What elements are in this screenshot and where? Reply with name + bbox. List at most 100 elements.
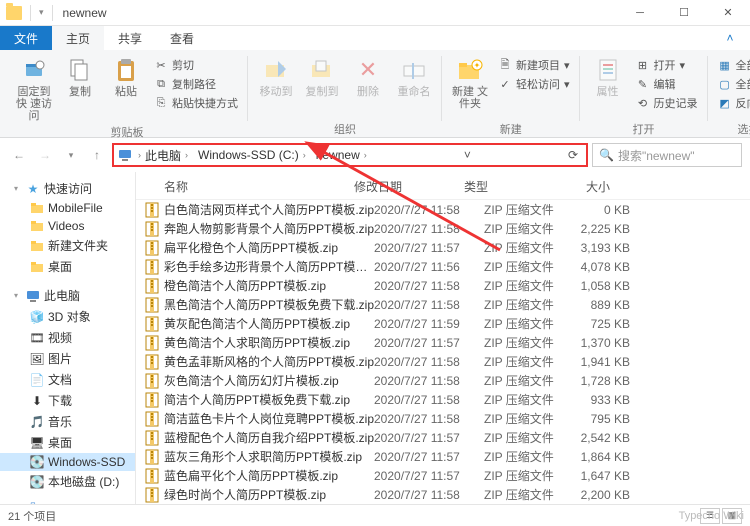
breadcrumb: Windows-SSD (C:)› — [194, 148, 310, 162]
copy-button[interactable]: 复制 — [58, 54, 102, 100]
delete-icon: ✕ — [354, 56, 382, 84]
table-row[interactable]: 橙色简洁个人简历PPT模板.zip2020/7/27 11:58ZIP 压缩文件… — [136, 276, 750, 295]
copyto-button[interactable]: 复制到 — [300, 54, 344, 100]
table-row[interactable]: 黄色孟菲斯风格的个人简历PPT模板.zip2020/7/27 11:58ZIP … — [136, 352, 750, 371]
table-row[interactable]: 黄色简洁个人求职简历PPT模板.zip2020/7/27 11:57ZIP 压缩… — [136, 333, 750, 352]
tab-share[interactable]: 共享 — [104, 26, 156, 50]
selectnone-button[interactable]: ▢全部取消 — [714, 75, 750, 93]
sidebar-item[interactable]: 📄文档 — [0, 369, 135, 390]
table-row[interactable]: 简洁个人简历PPT模板免费下载.zip2020/7/27 11:58ZIP 压缩… — [136, 390, 750, 409]
sidebar-item[interactable]: 💽Windows-SSD — [0, 453, 135, 471]
qat-down-icon[interactable]: ▾ — [39, 7, 44, 18]
address-dropdown-icon[interactable]: ˅ — [460, 148, 475, 162]
breadcrumb: newnew› — [312, 148, 371, 162]
tab-view[interactable]: 查看 — [156, 26, 208, 50]
col-name[interactable]: 名称 — [144, 178, 354, 195]
sidebar-item[interactable]: 🖼图片 — [0, 348, 135, 369]
table-row[interactable]: 蓝橙配色个人简历自我介绍PPT模板.zip2020/7/27 11:57ZIP … — [136, 428, 750, 447]
newitem-icon: 🗎 — [498, 58, 512, 72]
up-button[interactable]: ↑ — [86, 144, 108, 166]
folder-icon — [30, 260, 44, 274]
refresh-icon[interactable]: ⟳ — [564, 148, 582, 162]
col-date[interactable]: 修改日期 — [354, 178, 464, 195]
drive-icon: 🎞 — [30, 331, 44, 345]
rename-button[interactable]: 重命名 — [392, 54, 436, 100]
folder-icon — [30, 201, 44, 215]
edit-icon: ✎ — [636, 77, 650, 91]
minimize-button[interactable]: ─ — [618, 0, 662, 26]
history-button[interactable]: ⟲历史记录 — [632, 94, 702, 112]
history-icon: ⟲ — [636, 96, 650, 110]
watermark: Typecho Wiki — [679, 510, 744, 522]
sidebar-item[interactable]: 🧊3D 对象 — [0, 306, 135, 327]
sidebar-item[interactable]: 💽本地磁盘 (D:) — [0, 471, 135, 492]
table-row[interactable]: 绿色时尚个人简历PPT模板.zip2020/7/27 11:58ZIP 压缩文件… — [136, 485, 750, 504]
pin-icon — [20, 56, 48, 84]
table-row[interactable]: 蓝灰三角形个人求职简历PPT模板.zip2020/7/27 11:57ZIP 压… — [136, 447, 750, 466]
group-open-label: 打开 — [633, 121, 655, 137]
sidebar-network[interactable]: ▸🖧网络 — [0, 500, 135, 504]
selectall-icon: ▦ — [718, 58, 732, 72]
pin-button[interactable]: 固定到快 速访问 — [12, 54, 56, 124]
tab-file[interactable]: 文件 — [0, 26, 52, 50]
maximize-button[interactable]: ☐ — [662, 0, 706, 26]
sidebar-item[interactable]: 新建文件夹 — [0, 235, 135, 256]
properties-button[interactable]: 属性 — [586, 54, 630, 100]
pasteshortcut-button[interactable]: ⎘粘贴快捷方式 — [150, 94, 242, 112]
ribbon-collapse-icon[interactable]: ˄ — [710, 26, 750, 50]
edit-button[interactable]: ✎编辑 — [632, 75, 702, 93]
status-text: 21 个项目 — [8, 508, 56, 524]
table-row[interactable]: 扁平化橙色个人简历PPT模板.zip2020/7/27 11:57ZIP 压缩文… — [136, 238, 750, 257]
table-row[interactable]: 灰色简洁个人简历幻灯片模板.zip2020/7/27 11:58ZIP 压缩文件… — [136, 371, 750, 390]
table-row[interactable]: 黑色简洁个人简历PPT模板免费下载.zip2020/7/27 11:58ZIP … — [136, 295, 750, 314]
forward-button[interactable]: → — [34, 144, 56, 166]
drive-icon: 🧊 — [30, 310, 44, 324]
sidebar-item[interactable]: Videos — [0, 217, 135, 235]
sidebar-item[interactable]: 🎞视频 — [0, 327, 135, 348]
table-row[interactable]: 简洁蓝色卡片个人岗位竞聘PPT模板.zip2020/7/27 11:58ZIP … — [136, 409, 750, 428]
zip-icon — [144, 335, 160, 351]
tab-home[interactable]: 主页 — [52, 26, 104, 50]
table-row[interactable]: 黄灰配色简洁个人简历PPT模板.zip2020/7/27 11:59ZIP 压缩… — [136, 314, 750, 333]
quick-access-toolbar: ▾ — [0, 5, 59, 21]
recent-dropdown[interactable]: ▾ — [60, 144, 82, 166]
sidebar-item[interactable]: 🎵音乐 — [0, 411, 135, 432]
copypath-button[interactable]: ⧉复制路径 — [150, 75, 242, 93]
back-button[interactable]: ← — [8, 144, 30, 166]
invertsel-button[interactable]: ◩反向选择 — [714, 94, 750, 112]
moveto-button[interactable]: 移动到 — [254, 54, 298, 100]
table-row[interactable]: 彩色手绘多边形背景个人简历PPT模板.zip2020/7/27 11:56ZIP… — [136, 257, 750, 276]
cut-button[interactable]: ✂剪切 — [150, 56, 242, 74]
newitem-button[interactable]: 🗎新建项目 ▾ — [494, 56, 574, 74]
zip-icon — [144, 411, 160, 427]
sidebar-this-pc[interactable]: ▾此电脑 — [0, 285, 135, 306]
easyaccess-button[interactable]: ✓轻松访问 ▾ — [494, 75, 574, 93]
column-headers[interactable]: 名称 修改日期 类型 大小 — [136, 172, 750, 200]
sidebar-item[interactable]: 桌面 — [0, 256, 135, 277]
search-input[interactable]: 🔍 搜索"newnew" — [592, 143, 742, 167]
col-type[interactable]: 类型 — [464, 178, 550, 195]
folder-icon — [30, 239, 44, 253]
zip-icon — [144, 468, 160, 484]
close-button[interactable]: ✕ — [706, 0, 750, 26]
selectnone-icon: ▢ — [718, 77, 732, 91]
table-row[interactable]: 白色简洁网页样式个人简历PPT模板.zip2020/7/27 11:58ZIP … — [136, 200, 750, 219]
sidebar-item[interactable]: 🖥桌面 — [0, 432, 135, 453]
paste-button[interactable]: 粘贴 — [104, 54, 148, 100]
rename-icon — [400, 56, 428, 84]
table-row[interactable]: 奔跑人物剪影背景个人简历PPT模板.zip2020/7/27 11:58ZIP … — [136, 219, 750, 238]
col-size[interactable]: 大小 — [550, 178, 620, 195]
newfolder-button[interactable]: ✦新建 文件夹 — [448, 54, 492, 112]
window-title: newnew — [63, 6, 107, 20]
sidebar-item[interactable]: ⬇下载 — [0, 390, 135, 411]
sidebar-quick-access[interactable]: ▾★快速访问 — [0, 178, 135, 199]
easyaccess-icon: ✓ — [498, 77, 512, 91]
drive-icon: 📄 — [30, 373, 44, 387]
table-row[interactable]: 蓝色扁平化个人简历PPT模板.zip2020/7/27 11:57ZIP 压缩文… — [136, 466, 750, 485]
sidebar-item[interactable]: MobileFile — [0, 199, 135, 217]
open-button[interactable]: ⊞打开 ▾ — [632, 56, 702, 74]
group-new-label: 新建 — [500, 121, 522, 137]
address-bar[interactable]: ›此电脑› Windows-SSD (C:)› newnew› ˅ ⟳ — [112, 143, 588, 167]
delete-button[interactable]: ✕删除 — [346, 54, 390, 100]
selectall-button[interactable]: ▦全部选择 — [714, 56, 750, 74]
